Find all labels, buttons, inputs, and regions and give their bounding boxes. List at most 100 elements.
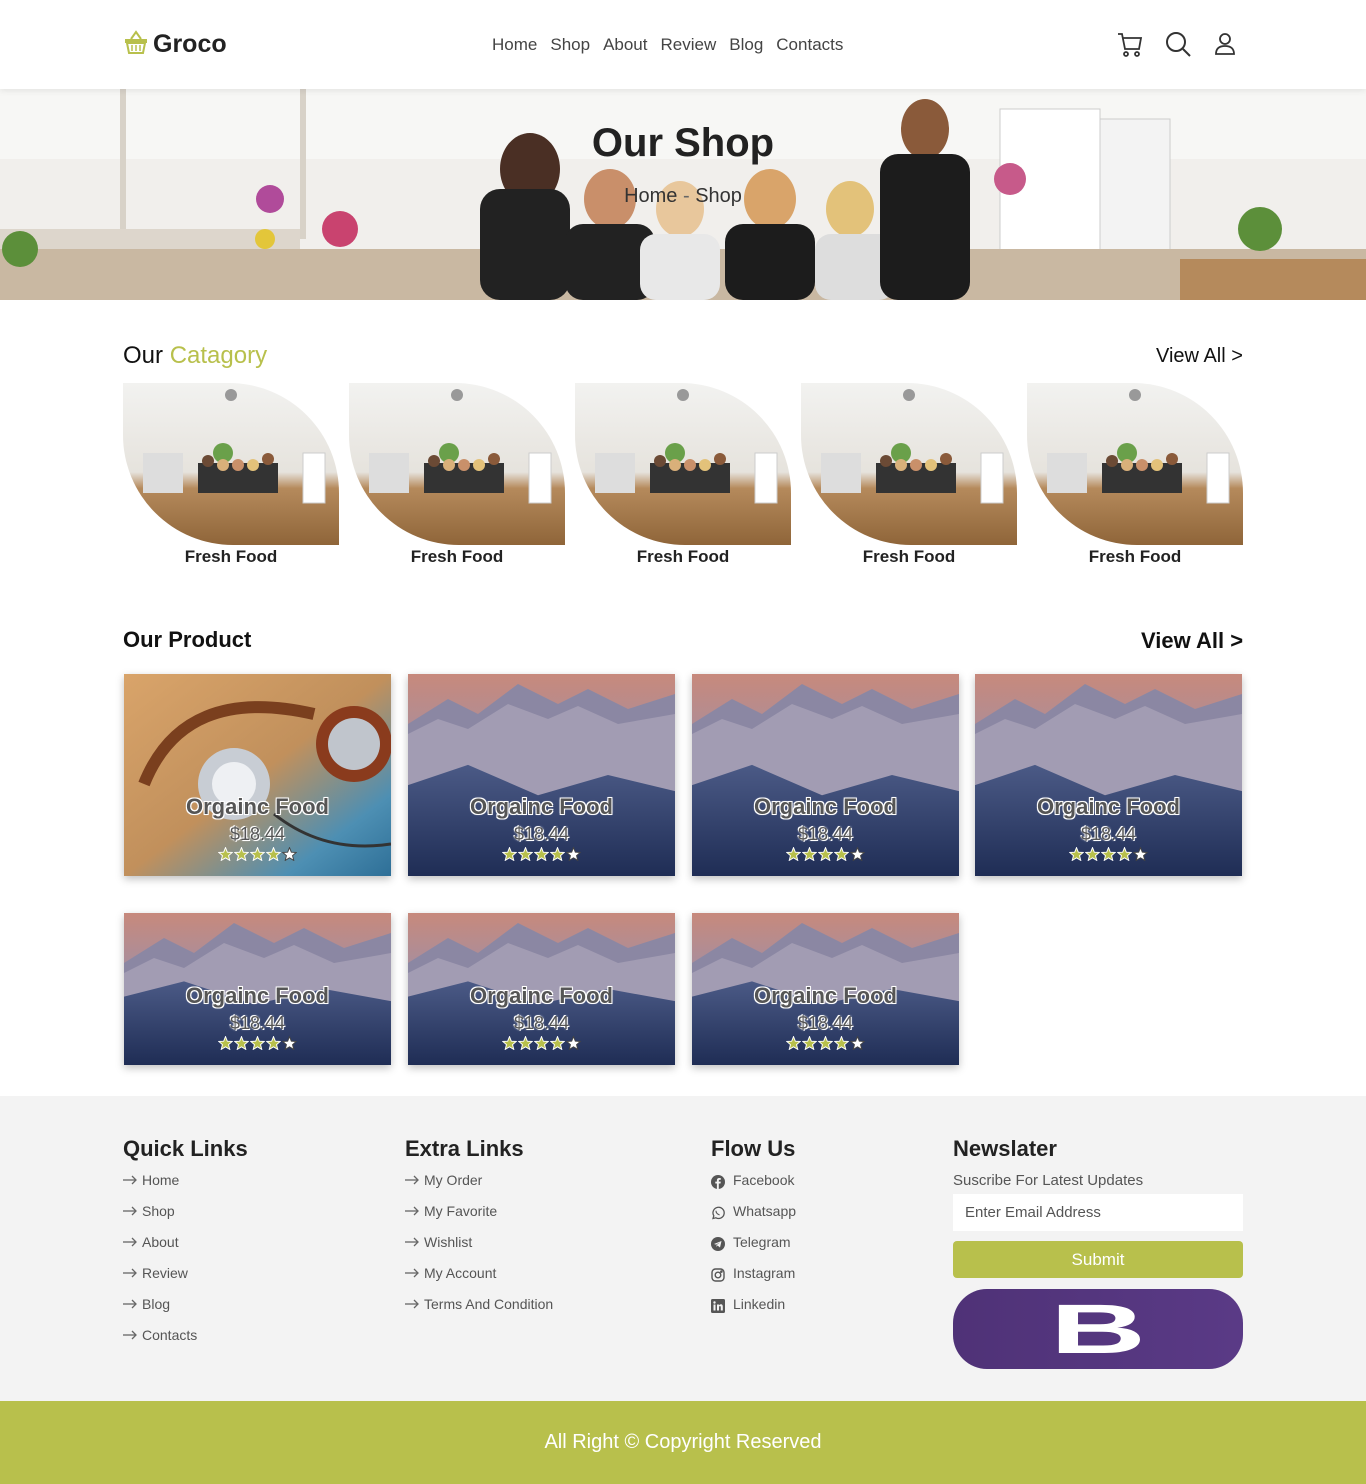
arrow-right-icon	[123, 1203, 137, 1219]
category-image	[801, 383, 1017, 545]
nav-about[interactable]: About	[603, 35, 647, 55]
quick-link-home[interactable]: Home	[123, 1172, 197, 1203]
breadcrumb-separator: -	[682, 185, 690, 207]
category-image	[575, 383, 791, 545]
category-label: Fresh Food	[636, 547, 730, 566]
star-filled-icon	[249, 1035, 266, 1055]
star-empty-icon	[849, 846, 866, 866]
arrow-right-icon	[405, 1203, 419, 1219]
product-rating	[124, 846, 391, 866]
extra-links-heading: Extra Links	[405, 1136, 524, 1161]
newsletter-email-input[interactable]	[953, 1194, 1243, 1231]
search-icon[interactable]	[1164, 30, 1192, 58]
star-empty-icon	[849, 1035, 866, 1055]
user-icon[interactable]	[1212, 31, 1238, 57]
nav-review[interactable]: Review	[661, 35, 717, 55]
quick-link-about[interactable]: About	[123, 1234, 197, 1265]
arrow-right-icon	[405, 1265, 419, 1281]
product-card[interactable]: Orgainc Food $18.44	[975, 674, 1242, 876]
category-view-all-link[interactable]: View All >	[1156, 345, 1243, 368]
star-filled-icon	[549, 846, 566, 866]
extra-link-my-account[interactable]: My Account	[405, 1265, 553, 1296]
extra-link-terms[interactable]: Terms And Condition	[405, 1296, 553, 1327]
product-price: $18.44	[513, 1013, 570, 1033]
linkedin-icon	[711, 1296, 725, 1316]
star-empty-icon	[281, 846, 298, 866]
category-card[interactable]: Fresh Food	[123, 383, 339, 573]
category-image	[123, 383, 339, 545]
product-name: Orgainc Food	[186, 983, 329, 1008]
category-card[interactable]: Fresh Food	[349, 383, 565, 573]
product-rating	[975, 846, 1242, 866]
product-card[interactable]: Orgainc Food $18.44	[124, 674, 391, 876]
quick-link-label: Blog	[142, 1296, 171, 1312]
star-filled-icon	[501, 1035, 518, 1055]
quick-link-label: Shop	[142, 1203, 175, 1219]
star-filled-icon	[533, 1035, 550, 1055]
nav-home[interactable]: Home	[492, 35, 537, 55]
extra-link-my-favorite[interactable]: My Favorite	[405, 1203, 553, 1234]
social-link-linkedin[interactable]: Linkedin	[711, 1296, 796, 1327]
category-card[interactable]: Fresh Food	[575, 383, 791, 573]
social-link-whatsapp[interactable]: Whatsapp	[711, 1203, 796, 1234]
nav-blog[interactable]: Blog	[729, 35, 763, 55]
product-view-all-link[interactable]: View All >	[1141, 628, 1243, 654]
star-empty-icon	[565, 846, 582, 866]
nav-contacts[interactable]: Contacts	[776, 35, 843, 55]
breadcrumb-home[interactable]: Home	[624, 185, 677, 207]
copyright: All Right © Copyright Reserved	[0, 1401, 1366, 1484]
nav-shop[interactable]: Shop	[550, 35, 590, 55]
breadcrumb: Home - Shop	[0, 185, 1366, 208]
product-rating	[408, 1035, 675, 1055]
product-price: $18.44	[229, 1013, 286, 1033]
category-label: Fresh Food	[184, 547, 278, 566]
social-link-instagram[interactable]: Instagram	[711, 1265, 796, 1296]
product-card[interactable]: Orgainc Food $18.44	[692, 913, 959, 1065]
extra-link-wishlist[interactable]: Wishlist	[405, 1234, 553, 1265]
star-filled-icon	[517, 1035, 534, 1055]
product-price: $18.44	[229, 824, 286, 844]
product-price: $18.44	[1080, 824, 1137, 844]
arrow-right-icon	[405, 1172, 419, 1188]
arrow-right-icon	[123, 1172, 137, 1188]
social-link-facebook[interactable]: Facebook	[711, 1172, 796, 1203]
product-name: Orgainc Food	[470, 983, 613, 1008]
quick-link-label: Review	[142, 1265, 188, 1281]
hero-banner: Our Shop Home - Shop	[0, 89, 1366, 300]
quick-links-list: Home Shop About Review Blog Contacts	[123, 1172, 197, 1358]
cart-icon[interactable]	[1116, 30, 1144, 58]
product-price: $18.44	[797, 824, 854, 844]
star-filled-icon	[233, 1035, 250, 1055]
star-filled-icon	[801, 846, 818, 866]
social-link-telegram[interactable]: Telegram	[711, 1234, 796, 1265]
quick-link-blog[interactable]: Blog	[123, 1296, 197, 1327]
product-rating	[408, 846, 675, 866]
product-price: $18.44	[797, 1013, 854, 1033]
star-empty-icon	[565, 1035, 582, 1055]
product-rating	[124, 1035, 391, 1055]
quick-link-review[interactable]: Review	[123, 1265, 197, 1296]
category-image	[349, 383, 565, 545]
star-filled-icon	[817, 1035, 834, 1055]
star-filled-icon	[549, 1035, 566, 1055]
logo[interactable]: Groco	[123, 29, 227, 60]
product-card[interactable]: Orgainc Food $18.44	[408, 913, 675, 1065]
social-link-label: Linkedin	[733, 1296, 786, 1312]
category-card[interactable]: Fresh Food	[1027, 383, 1243, 573]
star-filled-icon	[217, 1035, 234, 1055]
product-name: Orgainc Food	[1037, 794, 1180, 819]
extra-link-my-order[interactable]: My Order	[405, 1172, 553, 1203]
product-card[interactable]: Orgainc Food $18.44	[124, 913, 391, 1065]
product-card[interactable]: Orgainc Food $18.44	[692, 674, 959, 876]
newsletter-submit-button[interactable]: Submit	[953, 1241, 1243, 1278]
site-header: Groco Home Shop About Review Blog Contac…	[0, 0, 1366, 89]
quick-link-contacts[interactable]: Contacts	[123, 1327, 197, 1358]
product-card[interactable]: Orgainc Food $18.44	[408, 674, 675, 876]
star-filled-icon	[265, 1035, 282, 1055]
category-card[interactable]: Fresh Food	[801, 383, 1017, 573]
star-filled-icon	[533, 846, 550, 866]
arrow-right-icon	[123, 1234, 137, 1250]
star-filled-icon	[217, 846, 234, 866]
quick-link-shop[interactable]: Shop	[123, 1203, 197, 1234]
social-link-label: Facebook	[733, 1172, 795, 1188]
